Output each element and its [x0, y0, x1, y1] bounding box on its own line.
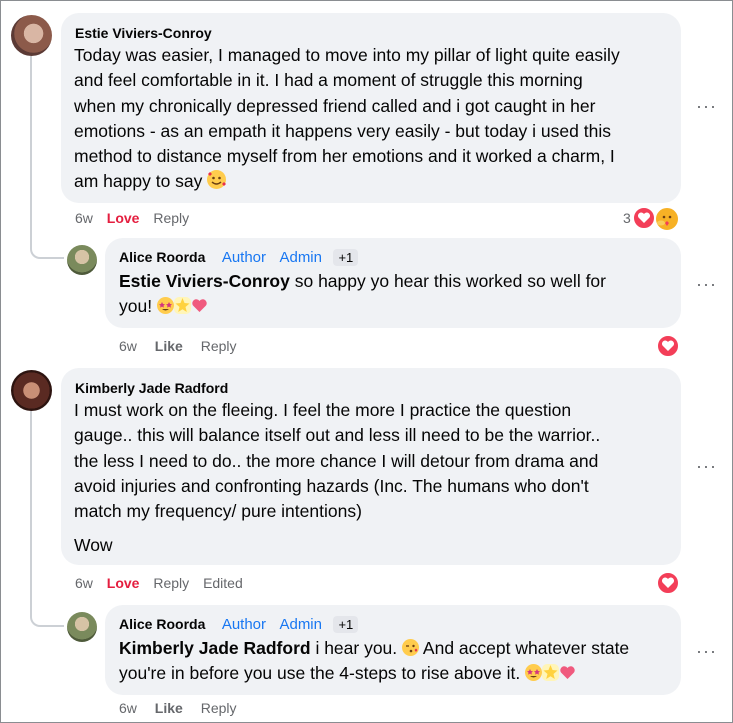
avatar[interactable]	[67, 245, 97, 275]
like-button[interactable]: Like	[155, 338, 183, 354]
heart-reaction-icon[interactable]	[656, 571, 680, 595]
reply-button[interactable]: Reply	[153, 210, 189, 226]
avatar[interactable]	[67, 612, 97, 642]
heart-reaction-icon[interactable]	[632, 206, 656, 230]
care-reaction-icon[interactable]	[654, 206, 680, 232]
reply-time[interactable]: 6w	[119, 338, 137, 354]
mention-link[interactable]: Estie Viviers-Conroy	[119, 271, 290, 291]
comment-actions: 6w Love Reply Edited	[75, 575, 243, 591]
reply-button[interactable]: Reply	[201, 700, 237, 716]
comment-author[interactable]: Kimberly Jade Radford	[75, 380, 228, 396]
author-badge[interactable]: Author	[222, 249, 266, 266]
comment-text: I must work on the fleeing. I feel the m…	[74, 398, 674, 559]
admin-badge[interactable]: Admin	[279, 616, 322, 633]
comment-text-line: am happy to say	[74, 169, 674, 194]
comment-text-line: I must work on the fleeing. I feel the m…	[74, 400, 572, 420]
edited-label[interactable]: Edited	[203, 575, 243, 591]
reply-text: Kimberly Jade Radford i hear you. And ac…	[119, 636, 679, 687]
love-button[interactable]: Love	[107, 210, 140, 226]
comment-author[interactable]: Estie Viviers-Conroy	[75, 25, 212, 41]
comment-text-line: and feel comfortable in it. I had a mome…	[74, 70, 583, 91]
thread-branch	[30, 205, 64, 259]
comment-text-line: match my frequency/ pure intentions)	[74, 501, 362, 522]
reply-text-segment: you!	[119, 296, 153, 317]
mention-link[interactable]: Kimberly Jade Radford	[119, 638, 311, 658]
comment-text-line: avoid injuries and confronting hazards (…	[74, 475, 589, 496]
more-badges-button[interactable]: +1	[333, 616, 359, 633]
star-struck-emoji	[156, 297, 174, 315]
reply-text-segment: so happy yo hear this worked so well for	[289, 271, 606, 291]
reply-text: Estie Viviers-Conroy so happy yo hear th…	[119, 269, 679, 320]
comment-text-line: emotions - as an empath it happens very …	[74, 120, 611, 141]
comment-text-line: when my chronically depressed friend cal…	[74, 95, 596, 116]
reaction-count[interactable]: 3	[623, 210, 631, 226]
comment-text-line: Today was easier, I managed to move into…	[74, 45, 620, 65]
avatar[interactable]	[11, 370, 52, 411]
comment-text-line: Wow	[74, 535, 113, 556]
face-blowing-kiss-emoji	[402, 639, 420, 656]
reply-actions: 6w Like Reply	[119, 700, 237, 716]
reply-button[interactable]: Reply	[201, 338, 237, 354]
reply-actions: 6w Like Reply	[119, 338, 237, 354]
reply-text-line: Kimberly Jade Radford i hear you. And ac…	[119, 636, 679, 661]
reply-text-line: Estie Viviers-Conroy so happy yo hear th…	[119, 269, 679, 294]
star-struck-emoji	[525, 664, 543, 682]
avatar[interactable]	[11, 15, 52, 56]
comment-text: Today was easier, I managed to move into…	[74, 43, 674, 195]
admin-badge[interactable]: Admin	[279, 249, 322, 266]
comment-text-line: gauge.. this will balance itself out and…	[74, 425, 601, 446]
more-options-icon[interactable]: ···	[696, 456, 717, 477]
comment-time[interactable]: 6w	[75, 575, 93, 591]
sparkling-heart-emoji	[559, 664, 576, 681]
glowing-star-emoji	[542, 664, 560, 682]
reply-text-line: you!	[119, 294, 679, 319]
reply-time[interactable]: 6w	[119, 700, 137, 716]
comment-text-segment: am happy to say	[74, 171, 203, 192]
comment-time[interactable]: 6w	[75, 210, 93, 226]
sparkling-heart-emoji	[191, 297, 208, 314]
author-badge[interactable]: Author	[222, 616, 266, 633]
thread-line	[30, 56, 32, 206]
love-button[interactable]: Love	[107, 575, 140, 591]
like-button[interactable]: Like	[155, 700, 183, 716]
heart-reaction-icon[interactable]	[656, 334, 680, 358]
thread-branch	[30, 570, 64, 627]
thread-line	[30, 410, 32, 570]
more-options-icon[interactable]: ···	[696, 274, 717, 295]
more-options-icon[interactable]: ···	[696, 96, 717, 117]
reply-author[interactable]: Alice Roorda	[119, 249, 205, 265]
reply-text-segment: And accept whatever state	[419, 638, 630, 658]
reply-header: Alice Roorda Author Admin +1	[119, 616, 359, 634]
reply-text-segment: i hear you.	[310, 638, 398, 658]
reply-button[interactable]: Reply	[153, 575, 189, 591]
comment-actions: 6w Love Reply	[75, 210, 189, 226]
reply-text-segment: you're in before you use the 4-steps to …	[119, 663, 521, 684]
reply-header: Alice Roorda Author Admin +1	[119, 249, 359, 267]
reply-author[interactable]: Alice Roorda	[119, 616, 205, 632]
glowing-star-emoji	[173, 297, 191, 315]
smiling-face-with-hearts-emoji	[207, 170, 227, 190]
more-options-icon[interactable]: ···	[696, 641, 717, 662]
comment-text-line: the less I need to do.. the more chance …	[74, 450, 599, 471]
reply-text-line: you're in before you use the 4-steps to …	[119, 661, 679, 686]
more-badges-button[interactable]: +1	[333, 249, 359, 266]
comment-text-line: method to distance myself from her emoti…	[74, 146, 615, 167]
